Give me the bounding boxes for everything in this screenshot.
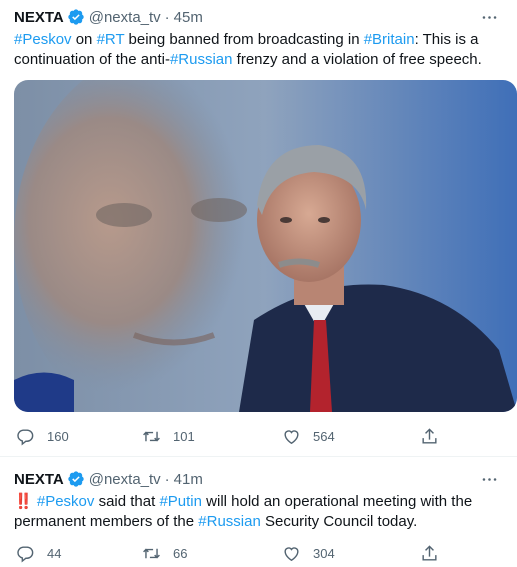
tweet-2[interactable]: NEXTA @nexta_tv · 41m ‼️ #Peskov said th… [0, 457, 517, 567]
like-button[interactable]: 304 [282, 544, 335, 563]
retweet-count: 66 [173, 545, 188, 561]
like-count: 304 [313, 545, 335, 561]
retweet-count: 101 [173, 428, 195, 444]
hashtag-link[interactable]: #Russian [170, 51, 233, 68]
hashtag-link[interactable]: #Putin [159, 493, 202, 510]
text-segment: being banned from broadcasting in [124, 31, 364, 48]
reply-icon [17, 545, 34, 562]
like-icon [284, 546, 299, 561]
separator-dot: · [164, 470, 170, 488]
hashtag-link[interactable]: #RT [97, 31, 125, 48]
reply-icon [17, 428, 34, 445]
verified-badge-icon [68, 471, 84, 487]
hashtag-link[interactable]: #Peskov [14, 31, 72, 48]
reply-count: 44 [47, 545, 62, 561]
text-segment: said that [94, 493, 160, 510]
tweet-header: NEXTA @nexta_tv · 41m [14, 469, 203, 489]
share-icon [422, 544, 437, 561]
share-icon [422, 427, 437, 444]
tweet-photo[interactable] [14, 80, 517, 412]
like-button[interactable]: 564 [282, 427, 335, 446]
author-name[interactable]: NEXTA [14, 471, 64, 488]
hashtag-link[interactable]: #Britain [364, 31, 415, 48]
reply-button[interactable]: 44 [16, 544, 61, 563]
photo-illustration [14, 80, 517, 412]
tweet-text: #Peskov on #RT being banned from broadca… [14, 30, 509, 70]
verified-badge-icon [68, 9, 84, 25]
hashtag-link[interactable]: #Russian [198, 513, 261, 530]
more-icon[interactable] [479, 7, 499, 27]
tweet-1[interactable]: NEXTA @nexta_tv · 45m #Peskov on #RT bei… [0, 0, 517, 456]
text-segment: on [71, 31, 97, 48]
separator-dot: · [164, 8, 170, 26]
reply-button[interactable]: 160 [16, 427, 69, 446]
retweet-button[interactable]: 101 [142, 427, 195, 446]
share-button[interactable] [420, 427, 439, 446]
retweet-icon [143, 548, 160, 558]
timestamp[interactable]: 45m [174, 9, 203, 26]
tweet-text: ‼️ #Peskov said that #Putin will hold an… [14, 492, 509, 532]
reply-count: 160 [47, 428, 69, 444]
tweet-actions: 44 66 304 [14, 543, 444, 563]
author-handle[interactable]: @nexta_tv [89, 9, 161, 26]
hashtag-link[interactable]: #Peskov [37, 493, 95, 510]
retweet-button[interactable]: 66 [142, 544, 187, 563]
retweet-icon [143, 431, 160, 441]
like-count: 564 [313, 428, 335, 444]
text-segment: Security Council today. [260, 513, 418, 530]
tweet-actions: 160 101 564 [14, 426, 444, 446]
more-icon[interactable] [479, 469, 499, 489]
text-segment: frenzy and a violation of free speech. [232, 51, 482, 68]
like-icon [284, 429, 299, 444]
timestamp[interactable]: 41m [174, 471, 203, 488]
share-button[interactable] [420, 544, 439, 563]
tweet-header: NEXTA @nexta_tv · 45m [14, 7, 203, 27]
double-exclamation-emoji: ‼️ [14, 493, 33, 510]
author-name[interactable]: NEXTA [14, 9, 64, 26]
author-handle[interactable]: @nexta_tv [89, 471, 161, 488]
